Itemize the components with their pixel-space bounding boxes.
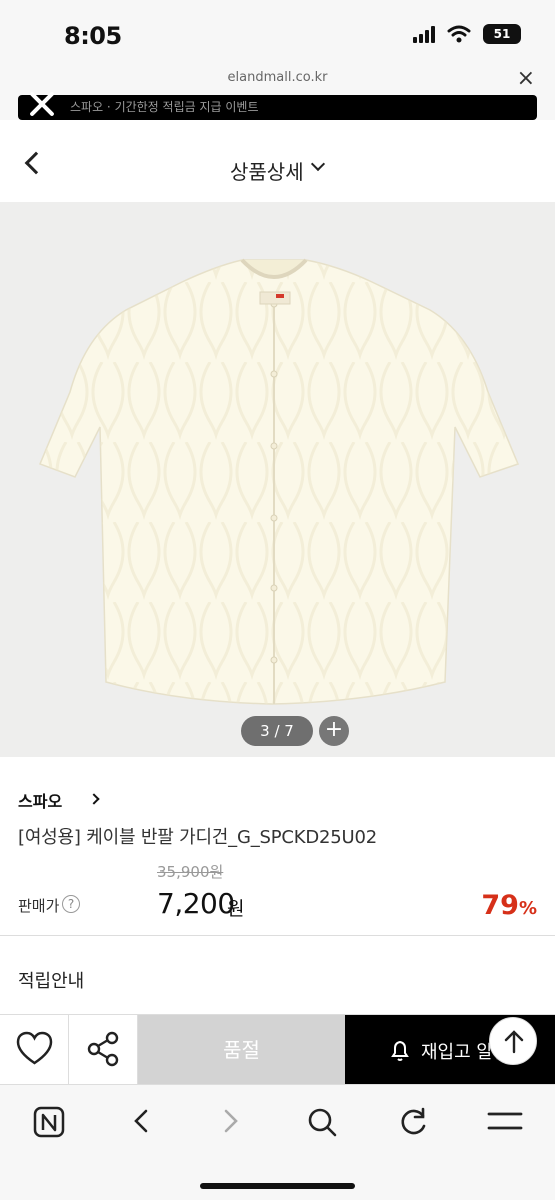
battery-icon: 51 [483, 24, 521, 44]
page-header: 상품상세 [0, 120, 555, 202]
chevron-right-icon [224, 1109, 238, 1133]
cellular-signal-icon [413, 25, 435, 43]
status-bar: 8:05 51 [0, 0, 555, 72]
original-price: 35,900원 [157, 863, 224, 881]
wifi-icon [447, 25, 471, 43]
sale-price: 7,200 [157, 887, 235, 920]
point-info-label[interactable]: 적립안내 [18, 967, 84, 993]
share-button[interactable] [69, 1015, 138, 1085]
help-icon[interactable]: ? [62, 895, 80, 913]
search-icon [308, 1108, 337, 1137]
discount-unit: % [518, 898, 537, 919]
discount-value: 79 [481, 890, 519, 921]
bell-icon [391, 1040, 409, 1061]
status-time: 8:05 [64, 22, 122, 50]
notice-text: 스파오 · 기간한정 적립금 지급 이벤트 [70, 100, 259, 114]
naver-home-icon [33, 1106, 65, 1138]
share-icon [87, 1031, 119, 1067]
browser-menu-button[interactable] [480, 1097, 530, 1147]
arrow-up-icon [504, 1030, 524, 1054]
discount-rate: 79% [481, 890, 537, 921]
chevron-right-icon[interactable] [88, 793, 100, 805]
back-icon[interactable] [24, 151, 48, 175]
refresh-icon [401, 1107, 426, 1135]
chevron-down-icon[interactable] [310, 156, 326, 172]
product-name: [여성용] 케이블 반팔 가디건_G_SPCKD25U02 [18, 827, 378, 848]
purchase-action-bar: 품절 재입고 알림 [0, 1014, 555, 1085]
notice-banner[interactable]: 스파오 · 기간한정 적립금 지급 이벤트 [18, 95, 537, 120]
heart-icon [16, 1031, 53, 1065]
url-bar[interactable]: elandmall.co.kr × [0, 66, 555, 96]
status-icons: 51 [413, 24, 521, 44]
chevron-left-icon [134, 1109, 148, 1133]
scroll-top-button[interactable] [489, 1017, 537, 1065]
browser-back-button[interactable] [116, 1097, 166, 1147]
browser-search-button[interactable] [297, 1097, 347, 1147]
cardigan-image [39, 258, 520, 705]
sale-price-label: 판매가 [18, 897, 60, 915]
price-currency: 원 [227, 898, 245, 920]
home-indicator [200, 1183, 355, 1189]
url-text: elandmall.co.kr [227, 70, 328, 85]
page-title[interactable]: 상품상세 [230, 156, 304, 185]
browser-refresh-button[interactable] [389, 1097, 439, 1147]
product-info: 스파오 [여성용] 케이블 반팔 가디건_G_SPCKD25U02 판매가 ? … [0, 757, 555, 1017]
brand-link[interactable]: 스파오 [18, 788, 62, 812]
image-counter: 3 / 7 [241, 716, 313, 746]
close-icon[interactable]: × [517, 66, 535, 91]
divider [0, 935, 555, 936]
naver-home-button[interactable] [25, 1097, 75, 1147]
product-image[interactable]: 3 / 7 + [0, 202, 555, 757]
plus-icon[interactable]: + [319, 716, 349, 746]
wish-button[interactable] [0, 1015, 69, 1085]
menu-icon [487, 1112, 523, 1130]
soldout-button: 품절 [138, 1015, 345, 1085]
browser-forward-button[interactable] [206, 1097, 256, 1147]
banner-close-icon[interactable] [22, 84, 62, 124]
